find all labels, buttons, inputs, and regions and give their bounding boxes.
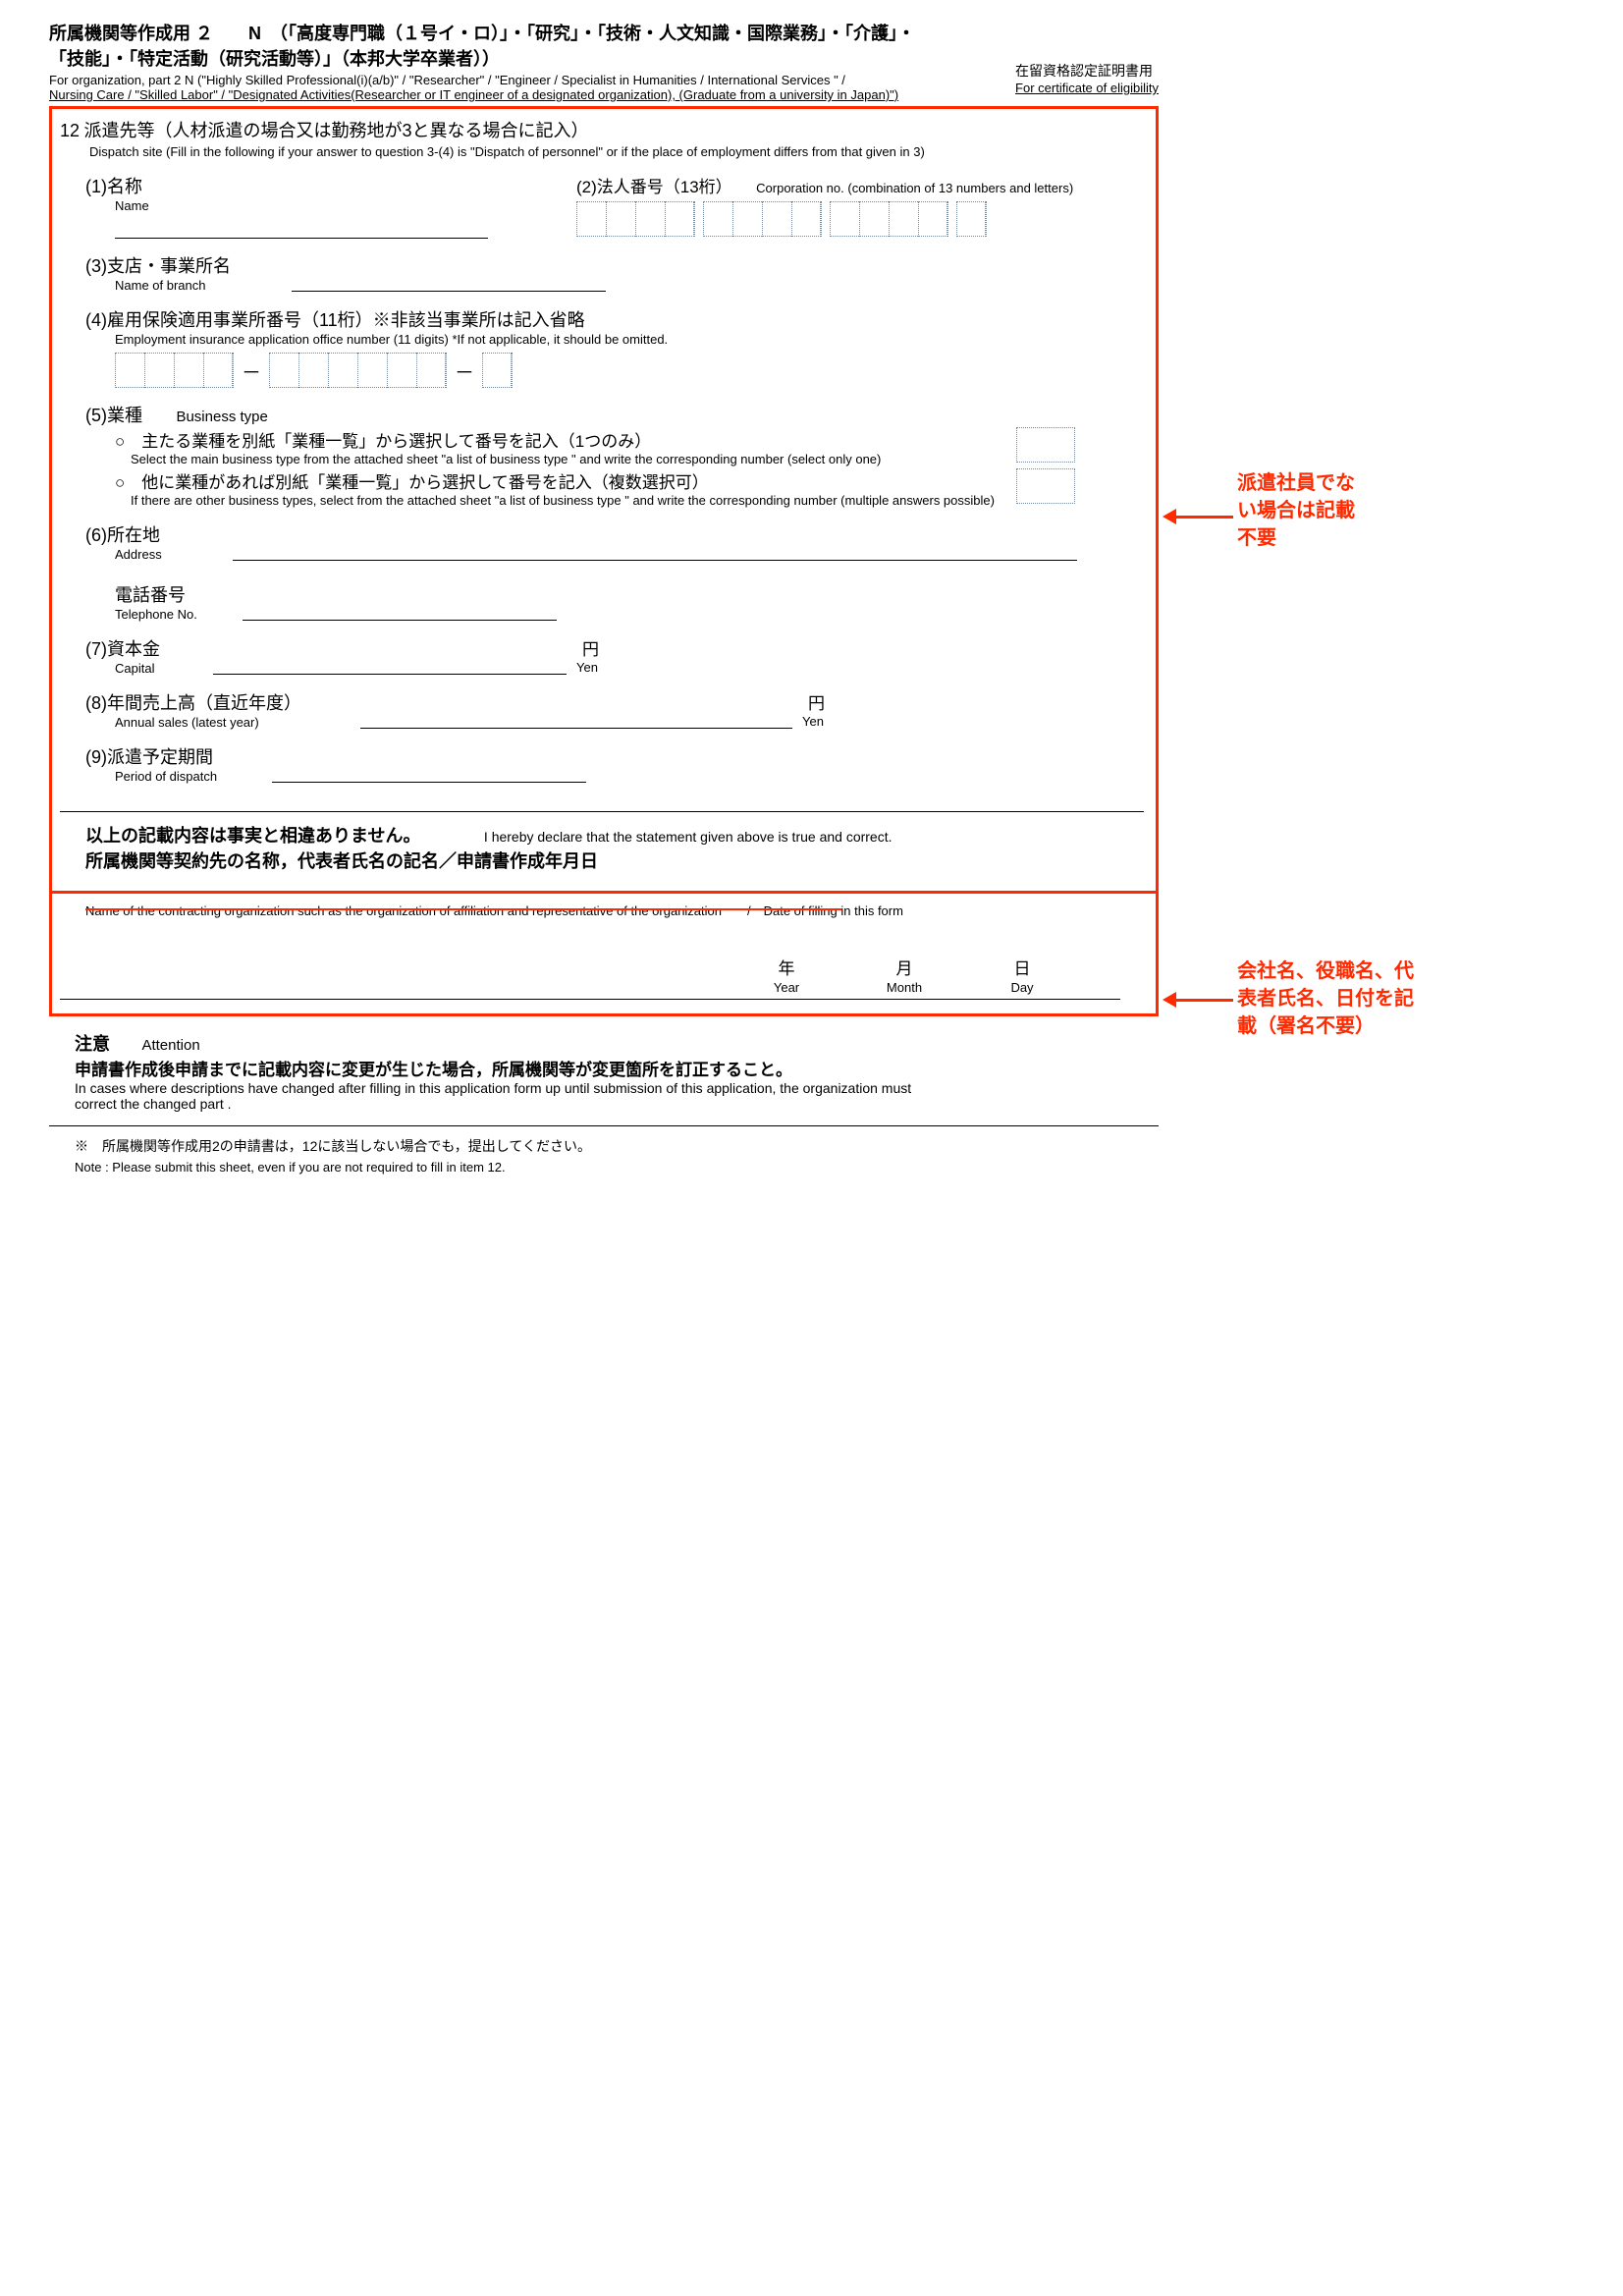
- name-input[interactable]: [115, 217, 488, 239]
- header-en1: For organization, part 2 N ("Highly Skil…: [49, 73, 1159, 87]
- highlight-box-dispatch-section: 12 派遣先等（人材派遣の場合又は勤務地が3と異なる場合に記入） Dispatc…: [49, 106, 1159, 894]
- footer-divider: [49, 1125, 1159, 1126]
- item-4-insurance-no: (4)雇用保険適用事業所番号（11桁）※非該当事業所は記入省略 Employme…: [85, 306, 1144, 388]
- telephone-input[interactable]: [243, 599, 557, 621]
- item4-label-jp: (4)雇用保険適用事業所番号（11桁）※非該当事業所は記入省略: [85, 306, 585, 332]
- month-en: Month: [887, 980, 922, 995]
- item1-label-jp: (1)名称: [85, 173, 142, 198]
- item2-label-en: Corporation no. (combination of 13 numbe…: [756, 181, 1073, 195]
- annotation-dispatch-note: 派遣社員でな い場合は記載 不要: [1237, 469, 1355, 552]
- month-jp: 月: [896, 959, 913, 978]
- date-row[interactable]: 年 Year 月 Month 日 Day: [60, 955, 1120, 1000]
- annotation-arrow-2: [1163, 992, 1233, 1008]
- insurance-number-boxes[interactable]: － －: [115, 353, 1144, 388]
- item9-label-en: Period of dispatch: [115, 769, 1144, 784]
- footnote-en: Note : Please submit this sheet, even if…: [75, 1160, 1159, 1175]
- branch-input[interactable]: [292, 270, 606, 292]
- month-cell[interactable]: 月 Month: [845, 955, 963, 997]
- business-type-main-box[interactable]: [1016, 427, 1075, 463]
- item-1-name: (1)名称 Name (2)法人番号（13桁） Corporation no. …: [85, 173, 1144, 239]
- yen-label-jp-2: 円: [808, 694, 825, 713]
- strike-line: [85, 908, 841, 910]
- header-right: 在留資格認定証明書用 For certificate of eligibilit…: [1015, 61, 1159, 95]
- item-5-business-type: (5)業種 Business type ○ 主たる業種を別紙「業種一覧」から選択…: [85, 402, 1144, 508]
- day-cell[interactable]: 日 Day: [963, 955, 1081, 997]
- anno1-l2: い場合は記載: [1237, 497, 1355, 524]
- attention-body-jp: 申請書作成後申請までに記載内容に変更が生じた場合，所属機関等が変更箇所を訂正する…: [75, 1056, 1159, 1080]
- header-line2-jp: 「技能」・「特定活動（研究活動等）」（本邦大学卒業者））: [49, 45, 1159, 71]
- form-page: 所属機関等作成用 ２ N （「高度専門職（１号イ・ロ）」・「研究」・「技術・人文…: [49, 20, 1159, 1175]
- anno1-l3: 不要: [1237, 524, 1355, 552]
- declaration-en: I hereby declare that the statement give…: [484, 829, 893, 845]
- anno2-l2: 表者氏名、日付を記: [1237, 985, 1414, 1012]
- attention-label-en: Attention: [141, 1037, 199, 1054]
- attention-label-jp: 注意: [75, 1030, 110, 1056]
- year-en: Year: [774, 980, 799, 995]
- item-9-dispatch-period: (9)派遣予定期間 Period of dispatch: [85, 743, 1144, 784]
- item9-label-jp: (9)派遣予定期間: [85, 743, 213, 769]
- business-type-other-box[interactable]: [1016, 468, 1075, 504]
- year-cell[interactable]: 年 Year: [728, 955, 845, 997]
- corp-number-boxes[interactable]: [576, 201, 1144, 237]
- year-jp: 年: [779, 959, 795, 978]
- section-divider: [60, 811, 1144, 812]
- item-8-annual-sales: (8)年間売上高（直近年度） Annual sales (latest year…: [85, 689, 1144, 730]
- item-7-capital: (7)資本金 Capital 円 Yen: [85, 635, 1144, 676]
- attention-header: 注意 Attention: [75, 1030, 1159, 1056]
- item-3-branch: (3)支店・事業所名 Name of branch: [85, 252, 1144, 293]
- item-6-address: (6)所在地 Address: [85, 521, 1144, 562]
- item5-label-jp: (5)業種: [85, 402, 142, 427]
- attention-body-en2: correct the changed part .: [75, 1096, 1159, 1112]
- item1-label-en: Name: [115, 198, 576, 213]
- declaration-line1: 以上の記載内容は事実と相違ありません。 I hereby declare tha…: [85, 822, 1144, 847]
- item3-label-en: Name of branch: [115, 278, 1144, 293]
- item7-label-jp: (7)資本金: [85, 635, 160, 661]
- day-en: Day: [1010, 980, 1033, 995]
- item5b-jp: ○ 他に業種があれば別紙「業種一覧」から選択して番号を記入（複数選択可）: [115, 468, 1144, 493]
- annotation-arrow-1: [1163, 509, 1233, 524]
- item4-label-en: Employment insurance application office …: [115, 332, 1144, 347]
- item6-label-jp: (6)所在地: [85, 521, 160, 547]
- header-right-jp: 在留資格認定証明書用: [1015, 61, 1159, 81]
- attention-body-en1: In cases where descriptions have changed…: [75, 1080, 1159, 1096]
- item-6b-telephone: 電話番号 Telephone No.: [115, 581, 1144, 622]
- anno1-l1: 派遣社員でな: [1237, 469, 1355, 497]
- declaration-jp: 以上の記載内容は事実と相違ありません。: [85, 822, 420, 847]
- item6b-label-jp: 電話番号: [115, 581, 186, 607]
- section-title-en: Dispatch site (Fill in the following if …: [89, 144, 1144, 159]
- yen-label-jp: 円: [582, 640, 599, 659]
- anno2-l1: 会社名、役職名、代: [1237, 957, 1414, 985]
- item3-label-jp: (3)支店・事業所名: [85, 252, 231, 278]
- annotation-signature-note: 会社名、役職名、代 表者氏名、日付を記 載（署名不要）: [1237, 957, 1414, 1040]
- footnote-jp: ※ 所属機関等作成用2の申請書は，12に該当しない場合でも，提出してください。: [75, 1136, 1159, 1156]
- item5a-en: Select the main business type from the a…: [131, 452, 1144, 466]
- item2-label-jp: (2)法人番号（13桁）: [576, 178, 732, 196]
- header-line1-jp: 所属機関等作成用 ２ N （「高度専門職（１号イ・ロ）」・「研究」・「技術・人文…: [49, 20, 1159, 45]
- capital-input[interactable]: [213, 653, 567, 675]
- item5b-en: If there are other business types, selec…: [131, 493, 1144, 508]
- item5-label-en: Business type: [176, 409, 267, 425]
- header: 所属機関等作成用 ２ N （「高度専門職（１号イ・ロ）」・「研究」・「技術・人文…: [49, 20, 1159, 102]
- day-jp: 日: [1014, 959, 1031, 978]
- item5a-jp: ○ 主たる業種を別紙「業種一覧」から選択して番号を記入（1つのみ）: [115, 427, 1144, 452]
- anno2-l3: 載（署名不要）: [1237, 1012, 1414, 1040]
- section-12-header: 12 派遣先等（人材派遣の場合又は勤務地が3と異なる場合に記入） Dispatc…: [60, 117, 1144, 159]
- item8-label-jp: (8)年間売上高（直近年度）: [85, 689, 301, 715]
- dispatch-period-input[interactable]: [272, 761, 586, 783]
- header-en2: Nursing Care / "Skilled Labor" / "Design…: [49, 87, 1159, 102]
- annual-sales-input[interactable]: [360, 707, 792, 729]
- address-input[interactable]: [233, 539, 1077, 561]
- highlight-box-signature-section: Name of the contracting organization suc…: [49, 893, 1159, 1016]
- declaration-line2-jp: 所属機関等契約先の名称，代表者氏名の記名／申請書作成年月日: [85, 847, 1144, 873]
- section-title-jp: 派遣先等（人材派遣の場合又は勤務地が3と異なる場合に記入）: [83, 121, 588, 140]
- yen-label-en-2: Yen: [802, 714, 825, 729]
- header-right-en: For certificate of eligibility: [1015, 81, 1159, 95]
- section-number: 12: [60, 121, 80, 140]
- yen-label-en: Yen: [576, 660, 599, 675]
